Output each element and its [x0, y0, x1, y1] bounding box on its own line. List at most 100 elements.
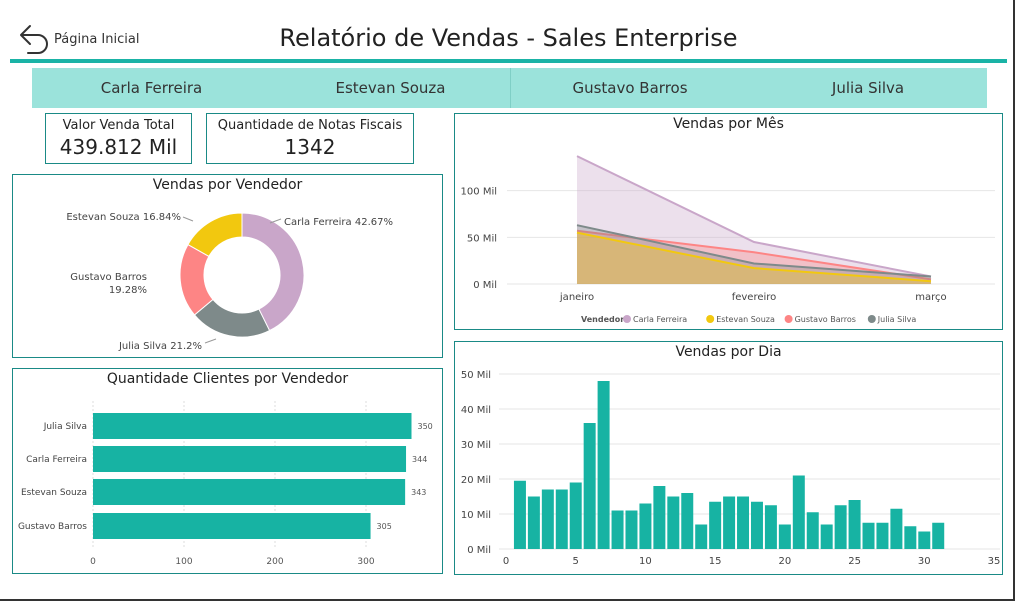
card-notas-value: 1342 — [284, 135, 336, 159]
legend-label: Julia Silva — [877, 315, 917, 324]
x-tick-label: 10 — [639, 556, 652, 567]
y-tick-label: 0 Mil — [473, 280, 497, 291]
area-chart: 0 Mil 50 Mil 100 Mil janeiro fevereiro março V… — [461, 155, 995, 324]
column-bar — [681, 493, 694, 549]
column-bar — [904, 526, 917, 549]
column-bar — [527, 496, 540, 549]
column-bar — [723, 496, 736, 549]
slice-label: Estevan Souza 16.84% — [66, 212, 181, 223]
column-bar — [862, 522, 875, 549]
x-tick-label: 0 — [503, 556, 509, 567]
column-bar — [513, 480, 526, 549]
legend-label: Gustavo Barros — [795, 315, 856, 324]
bar — [93, 479, 406, 505]
card-total-value: 439.812 Mil — [59, 135, 178, 159]
title-divider — [10, 59, 1007, 63]
panel-sales-by-month[interactable]: Vendas por Mês 0 Mil 50 Mil 100 Mil janeiro… — [454, 113, 1003, 330]
legend-label: Estevan Souza — [716, 315, 775, 324]
column-bar — [555, 489, 568, 549]
y-tick-label: 0 Mil — [467, 545, 491, 556]
column-bar — [583, 423, 596, 549]
slice-label: Gustavo Barros — [70, 272, 147, 283]
slicer-item-julia[interactable]: Julia Silva — [749, 79, 987, 97]
slicer-item-estevan[interactable]: Estevan Souza — [271, 79, 510, 97]
y-tick-label: 20 Mil — [461, 475, 491, 486]
x-tick-label: 300 — [357, 557, 374, 567]
bar — [93, 413, 412, 439]
card-invoice-count[interactable]: Quantidade de Notas Fiscais 1342 — [206, 113, 414, 164]
bar-value-label: 305 — [377, 522, 392, 531]
bar-value-label: 343 — [411, 488, 426, 497]
column-bar — [834, 505, 847, 549]
slice-label: Julia Silva 21.2% — [118, 341, 202, 352]
legend-marker — [784, 315, 793, 323]
y-category-label: Gustavo Barros — [18, 522, 87, 532]
column-bar — [639, 503, 652, 549]
y-category-label: Julia Silva — [43, 422, 87, 432]
legend-marker — [706, 315, 715, 323]
x-tick-label: janeiro — [559, 292, 594, 303]
column-bar — [750, 501, 763, 549]
slicer-item-carla[interactable]: Carla Ferreira — [32, 79, 271, 97]
seller-slicer-left: Carla Ferreira Estevan Souza — [32, 68, 510, 108]
bar — [93, 513, 371, 539]
x-tick-label: 30 — [918, 556, 931, 567]
column-bar — [625, 510, 638, 549]
column-chart: 0 Mil 10 Mil 20 Mil 30 Mil 40 Mil 50 Mil 0 5 10 1… — [461, 370, 1001, 567]
leader-line — [204, 338, 217, 344]
legend-title: Vendedor — [581, 315, 624, 324]
card-total-label: Valor Venda Total — [62, 118, 175, 133]
slicer-item-gustavo[interactable]: Gustavo Barros — [511, 79, 749, 97]
x-tick-label: 20 — [778, 556, 791, 567]
slice-label: 19.28% — [109, 285, 147, 296]
x-tick-label: 25 — [848, 556, 861, 567]
leader-line — [182, 216, 194, 222]
panel-sales-by-day[interactable]: Vendas por Dia 0 Mil 10 Mil 20 Mil 30 Mil 40… — [454, 341, 1003, 575]
slice-label: Carla Ferreira 42.67% — [284, 217, 393, 228]
y-tick-label: 100 Mil — [461, 187, 497, 198]
column-bar — [890, 508, 903, 549]
column-bar — [778, 524, 791, 549]
column-bar — [848, 500, 861, 549]
legend-marker — [623, 315, 631, 323]
column-bar — [541, 489, 554, 549]
y-category-label: Estevan Souza — [21, 488, 87, 498]
column-bar — [918, 531, 931, 549]
panel-sales-by-seller[interactable]: Vendas por Vendedor Carla Ferreira 42.67… — [12, 174, 443, 358]
column-bar — [597, 381, 610, 549]
horizontal-bar-chart: 0 100 200 300 Julia Silva 350 Carla Ferreira 34… — [18, 401, 433, 567]
bar-value-label: 350 — [418, 422, 433, 431]
x-tick-label: 5 — [573, 556, 579, 567]
column-bar — [876, 522, 889, 549]
x-tick-label: 200 — [266, 557, 283, 567]
y-tick-label: 30 Mil — [461, 440, 491, 451]
x-tick-label: março — [915, 292, 946, 303]
seller-slicer-right: Gustavo Barros Julia Silva — [510, 68, 987, 108]
column-bar — [695, 524, 708, 549]
donut-chart: Carla Ferreira 42.67% Estevan Souza 16.84… — [66, 212, 393, 352]
x-tick-label: 100 — [175, 557, 192, 567]
bar — [93, 446, 407, 472]
card-total-sales[interactable]: Valor Venda Total 439.812 Mil — [45, 113, 192, 164]
x-tick-label: 35 — [988, 556, 1001, 567]
column-bar — [653, 486, 666, 549]
panel-clients-by-seller[interactable]: Quantidade Clientes por Vendedor 0 100 200… — [12, 368, 443, 574]
column-bar — [569, 482, 582, 549]
page-title: Relatório de Vendas - Sales Enterprise — [279, 24, 738, 52]
column-bar — [667, 496, 680, 549]
y-tick-label: 50 Mil — [461, 370, 491, 381]
x-tick-label: fevereiro — [732, 292, 777, 303]
legend-label: Carla Ferreira — [633, 315, 687, 324]
x-tick-label: 0 — [90, 557, 96, 567]
bar-value-label: 344 — [412, 455, 427, 464]
y-category-label: Carla Ferreira — [26, 455, 87, 465]
column-bar — [764, 505, 777, 549]
column-bar — [709, 501, 722, 549]
legend-marker — [867, 315, 876, 323]
column-bar — [820, 524, 833, 549]
y-tick-label: 10 Mil — [461, 510, 491, 521]
card-notas-label: Quantidade de Notas Fiscais — [217, 118, 403, 133]
y-tick-label: 50 Mil — [467, 233, 497, 244]
column-bar — [611, 510, 624, 549]
y-tick-label: 40 Mil — [461, 405, 491, 416]
